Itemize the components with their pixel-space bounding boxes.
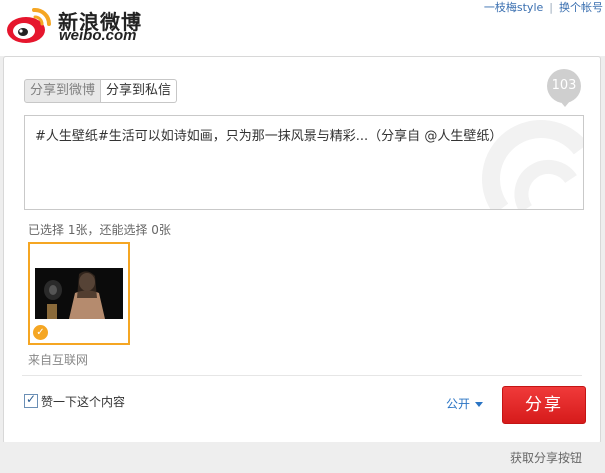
check-icon: ✓ (33, 325, 48, 340)
divider (22, 375, 582, 376)
weibo-logo[interactable]: 新浪微博 weibo.com (4, 2, 144, 46)
like-checkbox-label[interactable]: 赞一下这个内容 (41, 393, 125, 410)
image-source-label: 来自互联网 (28, 353, 89, 367)
image-thumbnail[interactable]: ✓ (28, 242, 130, 345)
get-share-button-link[interactable]: 获取分享按钮 (510, 449, 582, 466)
brand-name-en: weibo.com (59, 27, 137, 44)
share-panel: 分享到微博 分享到私信 103 #人生壁纸#生活可以如诗如画，只为那一抹风景与精… (3, 56, 601, 444)
selection-hint: 已选择 1张，还能选择 0张 (28, 223, 171, 237)
weibo-logo-icon (7, 7, 52, 43)
share-text: #人生壁纸#生活可以如诗如画，只为那一抹风景与精彩...（分享自 @人生壁纸） (35, 129, 503, 144)
chevron-down-icon (475, 402, 484, 407)
thumbnail-image (35, 268, 123, 319)
user-link[interactable]: 一枝梅style (484, 1, 543, 14)
share-tabs: 分享到微博 分享到私信 (24, 79, 178, 103)
share-button[interactable]: 分享 (502, 386, 586, 424)
visibility-label: 公开 (446, 397, 471, 411)
tab-share-to-weibo[interactable]: 分享到微博 (24, 79, 102, 103)
switch-account-link[interactable]: 换个帐号 (559, 1, 603, 14)
top-bar: 新浪微博 weibo.com 一枝梅style | 换个帐号 (0, 0, 605, 56)
account-links: 一枝梅style | 换个帐号 (484, 0, 603, 15)
like-checkbox[interactable]: ✓ (24, 392, 38, 408)
footer: 获取分享按钮 (0, 442, 605, 473)
remaining-count-badge: 103 (547, 69, 581, 103)
share-text-input[interactable]: #人生壁纸#生活可以如诗如画，只为那一抹风景与精彩...（分享自 @人生壁纸） (24, 115, 584, 210)
checkmark-icon: ✓ (26, 392, 37, 406)
link-separator: | (549, 1, 553, 14)
badge-tail (560, 101, 570, 107)
visibility-dropdown[interactable]: 公开 (446, 395, 484, 412)
tab-share-to-private-message[interactable]: 分享到私信 (101, 79, 178, 103)
